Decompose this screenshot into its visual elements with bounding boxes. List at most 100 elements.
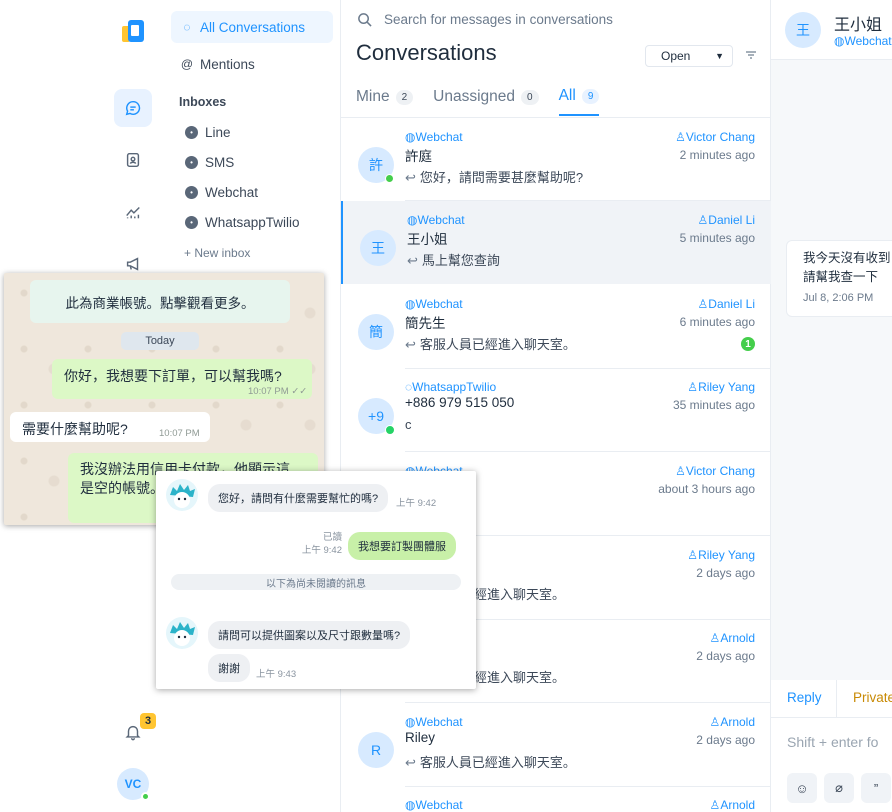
sidebar-item-label: All Conversations — [200, 19, 306, 35]
tab-label: Unassigned — [433, 88, 516, 105]
last-message: ↩ 客服人員已經進入聊天室。 — [405, 334, 576, 353]
timestamp: 35 minutes ago — [672, 398, 755, 412]
page-title: Conversations — [356, 40, 497, 65]
user-icon: ♙ — [709, 798, 721, 812]
assignee-name: Daniel Li — [708, 213, 755, 227]
tab-private-note[interactable]: Private — [853, 690, 892, 705]
caret-down-icon: ▼ — [715, 51, 724, 61]
message-composer-input[interactable]: Shift + enter fo — [787, 734, 878, 750]
inbox-label: ◌WhatsappTwilio — [405, 380, 496, 394]
message-thread[interactable]: 我今天沒有收到 請幫我查一下 Jul 8, 2:06 PM — [771, 60, 892, 680]
user-icon: ♙ — [709, 631, 721, 645]
contact-name[interactable]: 王小姐 — [834, 11, 882, 35]
conversation-header: 王 王小姐 ◍Webchat — [771, 0, 892, 60]
globe-icon: ◍ — [407, 213, 418, 227]
quote-icon[interactable]: ” — [861, 773, 891, 803]
last-message: 已經進入聊天室。 — [461, 584, 565, 603]
inbox-name: Webchat — [415, 130, 463, 144]
time-text: 10:07 PM — [248, 386, 289, 397]
assignee-label: ♙Daniel Li — [698, 213, 755, 227]
last-message: c — [405, 417, 412, 432]
contact-avatar: 簡 — [358, 314, 394, 350]
tab-all[interactable]: All 9 — [558, 82, 600, 116]
tab-mine[interactable]: Mine 2 — [356, 82, 414, 116]
sidebar-item-inbox-whatsapptwilio[interactable]: • WhatsappTwilio — [185, 215, 300, 230]
message-timestamp: 上午 9:42 — [396, 498, 437, 509]
online-status-icon — [385, 174, 394, 183]
reply-mode-tabs: Reply Private — [771, 680, 892, 718]
sidebar-item-inbox-line[interactable]: • Line — [185, 125, 231, 140]
tab-reply[interactable]: Reply — [787, 690, 822, 705]
user-initials: VC — [124, 777, 142, 791]
globe-icon: ◍ — [405, 798, 416, 812]
inbox-name: Webchat — [417, 213, 465, 227]
online-status-icon — [141, 792, 150, 801]
message-read-status: 已讀 上午 9:42 — [296, 531, 342, 557]
inbox-label: ◍Webchat — [405, 297, 463, 311]
contacts-nav-icon[interactable] — [114, 141, 152, 179]
tab-label: Mine — [356, 88, 390, 105]
double-check-icon: ✓✓ — [291, 386, 308, 397]
timestamp: 2 days ago — [696, 649, 755, 663]
message-text: 你好，我想要下訂單，可以幫我嗎? — [64, 368, 282, 384]
conversation-item[interactable]: ◍Webchat ♙Arnold — [341, 786, 771, 812]
contact-avatar: 許 — [358, 147, 394, 183]
tab-count: 9 — [581, 88, 600, 104]
app-logo-icon[interactable] — [122, 20, 144, 42]
globe-icon: ◍ — [405, 715, 416, 729]
globe-icon: ◍ — [405, 130, 416, 144]
conversation-item-active[interactable]: 王 ◍Webchat 王小姐 ↩ 馬上幫您查詢 ♙Daniel Li 5 minu… — [341, 201, 771, 284]
sidebar-item-inbox-sms[interactable]: • SMS — [185, 155, 234, 170]
assignee-name: Riley Yang — [698, 548, 755, 562]
user-avatar[interactable]: VC — [117, 768, 150, 801]
filter-icon[interactable] — [745, 49, 757, 61]
status-filter-select[interactable]: Open ▼ — [645, 45, 733, 67]
search-bar[interactable]: Search for messages in conversations — [357, 12, 613, 27]
incoming-message: 謝謝 — [208, 654, 250, 682]
message-text: c — [405, 417, 412, 432]
contact-name: 王小姐 — [407, 232, 448, 247]
inbox-label: ◍Webchat — [405, 715, 463, 729]
attachment-icon[interactable]: ⌀ — [824, 773, 854, 803]
conversation-item[interactable]: +9 ◌WhatsappTwilio +886 979 515 050 c ♙R… — [341, 368, 771, 451]
at-sign-icon: @ — [180, 57, 194, 71]
reply-arrow-icon: ↩ — [407, 253, 418, 268]
assignee-name: Daniel Li — [708, 297, 755, 311]
sms-icon: • — [185, 156, 198, 169]
last-message: ↩ 您好，請問需要甚麼幫助呢? — [405, 167, 583, 186]
conversation-item[interactable]: 許 ◍Webchat 許庭 ↩ 您好，請問需要甚麼幫助呢? ♙Victor Cha… — [341, 118, 771, 201]
inbox-label: ◍Webchat — [407, 213, 465, 227]
conversation-detail-panel: 王 王小姐 ◍Webchat 我今天沒有收到 請幫我查一下 Jul 8, 2:0… — [771, 0, 892, 812]
sidebar-item-mentions[interactable]: @ Mentions — [171, 48, 333, 80]
whatsapp-icon — [385, 425, 395, 435]
timestamp: 2 minutes ago — [679, 148, 755, 162]
contact-avatar[interactable]: 王 — [785, 12, 821, 48]
tab-unassigned[interactable]: Unassigned 0 — [433, 82, 539, 116]
message-text: 馬上幫您查詢 — [421, 253, 500, 268]
avatar-initial: 許 — [369, 157, 383, 173]
user-icon: ♙ — [687, 380, 699, 394]
user-icon: ♙ — [675, 464, 686, 478]
conversations-nav-icon[interactable] — [114, 89, 152, 127]
inbox-label: WhatsappTwilio — [205, 215, 300, 230]
emoji-icon[interactable]: ☺ — [787, 773, 817, 803]
reports-nav-icon[interactable] — [114, 193, 152, 231]
assignee-label: ♙Daniel Li — [698, 297, 755, 311]
avatar-initial: R — [370, 742, 382, 758]
outgoing-message: 我想要訂製團體服 — [348, 532, 456, 560]
new-inbox-link[interactable]: + New inbox — [184, 246, 250, 260]
sidebar-item-inbox-webchat[interactable]: • Webchat — [185, 185, 258, 200]
inbox-label: ◍Webchat — [405, 798, 463, 812]
sidebar-item-all-conversations[interactable]: ◌ All Conversations — [171, 11, 333, 43]
message-text: 需要什麼幫助呢? — [22, 421, 128, 437]
contact-name: 許庭 — [405, 149, 432, 164]
conversation-item[interactable]: R ◍Webchat Riley ↩ 客服人員已經進入聊天室。 ♙Arnold 2… — [341, 703, 771, 786]
globe-icon: • — [185, 186, 198, 199]
message-timestamp: Jul 8, 2:06 PM — [803, 292, 874, 304]
conversation-item[interactable]: 簡 ◍Webchat 簡先生 ↩ 客服人員已經進入聊天室。 ♙Daniel Li … — [341, 285, 771, 368]
incoming-message: 您好，請問有什麼需要幫忙的嗎? — [208, 484, 389, 512]
whatsapp-icon: • — [185, 216, 198, 229]
user-icon: ♙ — [687, 548, 699, 562]
message-timestamp: 10:07 PM ✓✓ — [248, 386, 307, 397]
inbox-label: ◍Webchat — [405, 130, 463, 144]
